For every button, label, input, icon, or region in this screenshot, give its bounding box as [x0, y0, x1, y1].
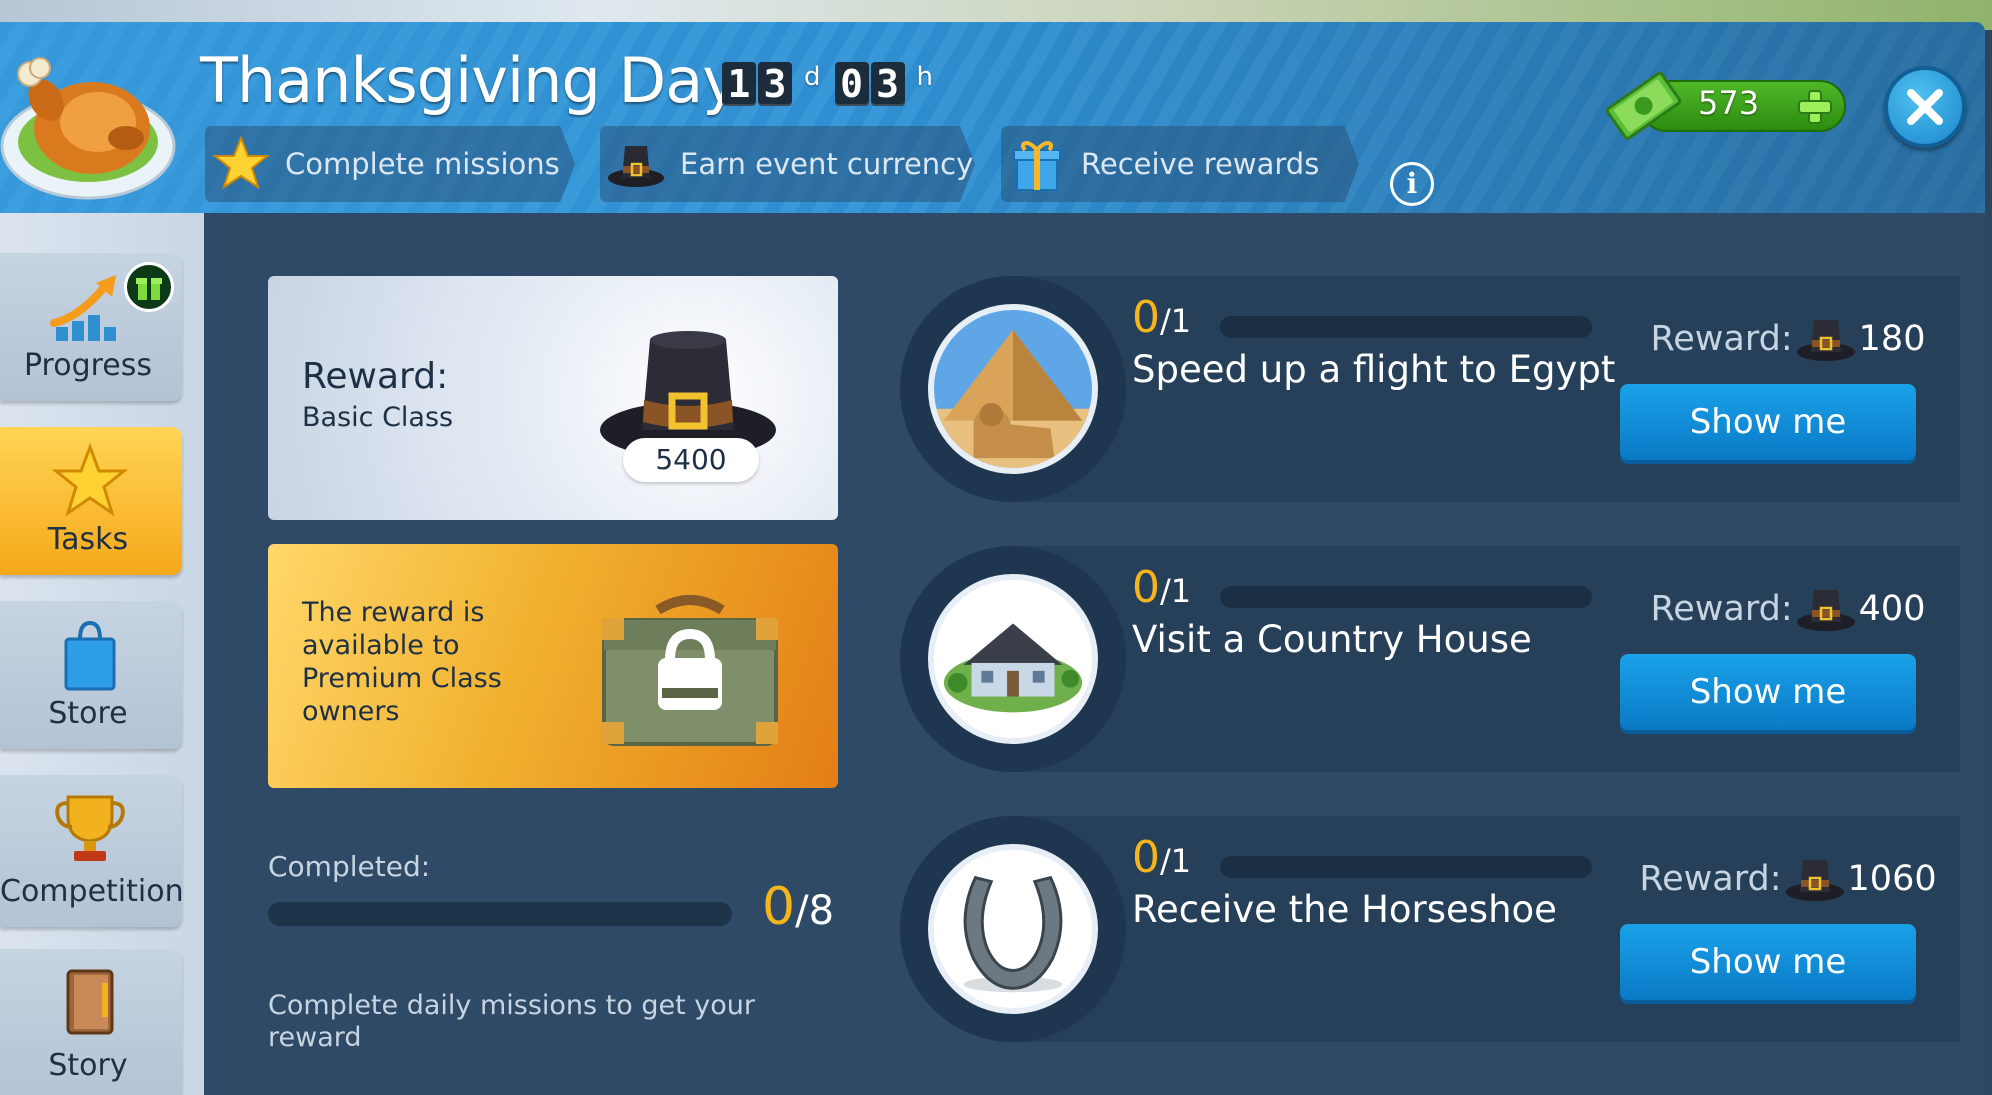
mission-total: /1	[1160, 572, 1192, 610]
show-me-button[interactable]: Show me	[1620, 384, 1916, 460]
mission-reward: Reward: 400	[1630, 584, 1946, 634]
mission-title: Visit a Country House	[1132, 618, 1532, 661]
step-earn-currency: Earn event currency	[600, 126, 975, 202]
currency-counter: 573	[1600, 62, 1848, 148]
mission-progress: 0/1	[1132, 292, 1191, 343]
sidebar-item-label: Tasks	[47, 522, 129, 557]
step-receive-rewards: Receive rewards	[1001, 126, 1359, 202]
show-me-button[interactable]: Show me	[1620, 924, 1916, 1000]
sidebar-item-label: Store	[48, 696, 128, 731]
mission-image	[928, 304, 1098, 474]
event-title: Thanksgiving Day	[200, 44, 739, 117]
event-timer: 1 3 d 0 3 h	[722, 62, 947, 106]
gift-icon	[136, 278, 162, 300]
step-complete-missions: Complete missions	[205, 126, 575, 202]
reward-label: Reward:	[1650, 319, 1793, 359]
reward-class: Basic Class	[302, 402, 454, 433]
completed-label: Completed:	[268, 850, 431, 883]
currency-value: 573	[1698, 84, 1760, 122]
mission-title: Receive the Horseshoe	[1132, 888, 1557, 931]
completed-done: 0	[762, 877, 796, 937]
gift-badge	[124, 262, 174, 312]
reward-value: 1060	[1847, 859, 1937, 899]
mission-total: /1	[1160, 302, 1192, 340]
turkey-icon	[0, 57, 176, 200]
step-label: Complete missions	[285, 147, 560, 181]
timer-digit: 3	[870, 62, 905, 106]
pilgrim-hat-icon	[1796, 590, 1855, 631]
reward-title: Reward:	[302, 356, 449, 397]
timer-unit-hours: h	[916, 62, 933, 92]
sidebar-item-label: Story	[48, 1048, 128, 1083]
timer-digit: 1	[722, 62, 756, 106]
close-icon	[1907, 89, 1943, 125]
sidebar-item-label: Competition	[0, 874, 184, 909]
mission-card: 0/1 Receive the Horseshoe Reward: 1060 S…	[900, 816, 1960, 1042]
mission-done: 0	[1132, 562, 1160, 613]
timer-digit: 3	[758, 62, 792, 106]
trophy-icon	[55, 795, 125, 861]
star-icon	[51, 442, 129, 517]
reward-value: 180	[1858, 319, 1926, 359]
mission-image	[928, 574, 1098, 744]
mission-card: 0/1 Visit a Country House Reward: 400 Sh…	[900, 546, 1960, 772]
mission-progress: 0/1	[1132, 562, 1191, 613]
country-house-image	[934, 580, 1092, 738]
mission-image	[928, 844, 1098, 1014]
shopping-bag-icon	[64, 620, 116, 691]
sidebar-item-competition[interactable]: Competition	[0, 775, 184, 927]
close-button[interactable]	[1884, 66, 1966, 148]
reward-value: 400	[1858, 589, 1926, 629]
sidebar-item-store[interactable]: Store	[0, 601, 182, 749]
pyramid-sphinx-image	[934, 310, 1092, 468]
step-label: Earn event currency	[680, 147, 974, 181]
star-icon	[212, 135, 270, 190]
completed-progress-bar	[268, 902, 732, 926]
horseshoe-image	[934, 850, 1092, 1008]
pilgrim-hat-icon	[1785, 860, 1844, 901]
progress-arrow-icon	[50, 275, 116, 341]
mission-progress-bar	[1220, 586, 1592, 608]
info-button[interactable]: i	[1390, 162, 1434, 206]
mission-total: /1	[1160, 842, 1192, 880]
cash-icon	[1605, 71, 1682, 140]
reward-label: Reward:	[1650, 589, 1793, 629]
premium-text: The reward is available to Premium Class…	[302, 597, 502, 727]
mission-reward: Reward: 1060	[1630, 854, 1946, 904]
mission-progress-bar	[1220, 856, 1592, 878]
premium-reward-card: The reward is available to Premium Class…	[268, 544, 838, 788]
basic-reward-card: Reward: Basic Class 5400	[268, 276, 838, 520]
completed-total: /8	[795, 888, 835, 934]
add-currency-button[interactable]	[1796, 88, 1834, 126]
timer-digit: 0	[834, 62, 869, 106]
sidebar-item-tasks[interactable]: Tasks	[0, 427, 182, 575]
mission-done: 0	[1132, 832, 1160, 883]
event-panel: Thanksgiving Day 1 3 d 0 3 h Complete mi…	[0, 22, 1985, 1095]
gift-icon	[1013, 141, 1061, 191]
locked-chest-icon	[602, 595, 778, 746]
book-icon	[66, 969, 114, 1035]
completed-count: 0/8	[762, 877, 834, 937]
mission-reward: Reward: 180	[1630, 314, 1946, 364]
reward-amount: 5400	[623, 438, 759, 482]
mission-card: 0/1 Speed up a flight to Egypt Reward: 1…	[900, 276, 1960, 502]
step-label: Receive rewards	[1081, 147, 1320, 181]
mission-progress: 0/1	[1132, 832, 1191, 883]
pilgrim-hat-icon	[608, 146, 664, 187]
mission-progress-bar	[1220, 316, 1592, 338]
mission-title: Speed up a flight to Egypt	[1132, 348, 1616, 391]
sidebar: Progress Tasks Store Competition Story	[0, 213, 204, 1095]
sidebar-item-label: Progress	[23, 348, 153, 383]
pilgrim-hat-icon	[1796, 320, 1855, 361]
hint-text: Complete daily missions to get your rewa…	[268, 990, 755, 1053]
show-me-button[interactable]: Show me	[1620, 654, 1916, 730]
sidebar-item-story[interactable]: Story	[0, 949, 182, 1095]
reward-label: Reward:	[1639, 859, 1782, 899]
mission-done: 0	[1132, 292, 1160, 343]
timer-unit-days: d	[804, 62, 821, 92]
